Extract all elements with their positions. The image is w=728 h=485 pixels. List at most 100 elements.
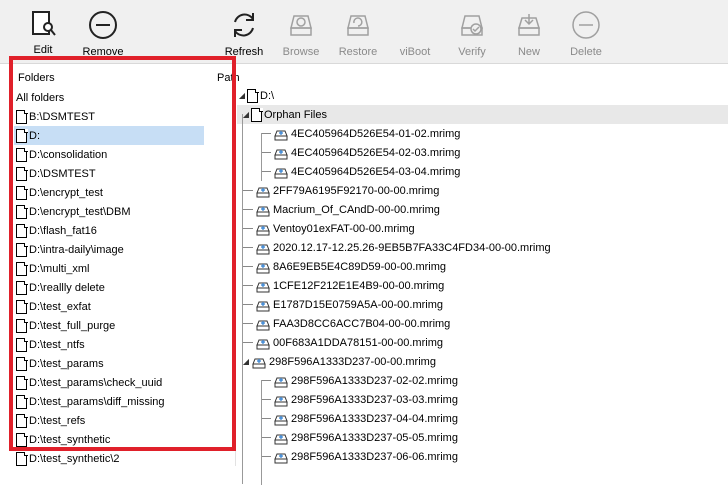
viboot-button[interactable]: viBoot xyxy=(387,10,443,58)
file-name: 4EC405964D526E54-02-03.mrimg xyxy=(291,146,461,159)
file-name: 298F596A1333D237-03-03.mrimg xyxy=(291,393,458,406)
folder-item[interactable]: D:\test_ntfs xyxy=(14,335,214,354)
image-file-row[interactable]: E1787D15E0759A5A-00-00.mrimg xyxy=(237,295,728,314)
image-file-row[interactable]: 8A6E9EB5E4C89D59-00-00.mrimg xyxy=(237,257,728,276)
folder-item[interactable]: D:\flash_fat16 xyxy=(14,221,214,240)
image-file-icon xyxy=(251,355,267,369)
folder-item[interactable]: D:\test_params xyxy=(14,354,214,373)
folder-doc-icon xyxy=(16,204,28,219)
folder-item[interactable]: D:\test_synthetic xyxy=(14,430,214,449)
viboot-label: viBoot xyxy=(399,46,431,58)
tree-connector xyxy=(261,437,271,438)
image-file-icon xyxy=(255,241,271,255)
image-file-icon xyxy=(273,431,289,445)
image-file-icon xyxy=(255,298,271,312)
all-folders-item[interactable]: All folders xyxy=(14,89,214,107)
refresh-button[interactable]: Refresh xyxy=(216,10,272,58)
edit-button[interactable]: Edit xyxy=(15,10,71,56)
folder-item[interactable]: D: xyxy=(14,126,204,145)
folder-item[interactable]: D:\test_params\diff_missing xyxy=(14,392,214,411)
file-name: FAA3D8CC6ACC7B04-00-00.mrimg xyxy=(273,317,451,330)
orphan-folder-row[interactable]: ◢ Orphan Files xyxy=(237,105,728,124)
tree-vertical-line xyxy=(242,114,243,484)
image-child-row[interactable]: 298F596A1333D237-06-06.mrimg xyxy=(237,447,728,466)
folder-doc-icon xyxy=(16,147,28,162)
folder-item[interactable]: D:\test_params\check_uuid xyxy=(14,373,214,392)
image-child-row[interactable]: 298F596A1333D237-04-04.mrimg xyxy=(237,409,728,428)
folder-doc-icon xyxy=(16,337,28,352)
image-file-icon xyxy=(273,374,289,388)
folder-label: D:\test_synthetic\2 xyxy=(29,452,120,465)
path-tree: ◢ D:\ ◢ Orphan Files 4EC405964D526E54-01-02.… xyxy=(237,86,728,485)
folder-label: D:\test_refs xyxy=(29,414,86,427)
folder-list: All folders B:\DSMTEST D: D:\consolidation… xyxy=(14,89,214,468)
image-child-row[interactable]: 298F596A1333D237-03-03.mrimg xyxy=(237,390,728,409)
verify-button[interactable]: Verify xyxy=(444,10,500,58)
refresh-label: Refresh xyxy=(224,46,264,58)
delete-button[interactable]: Delete xyxy=(558,10,614,58)
folder-item[interactable]: D:\test_synthetic\2 xyxy=(14,449,214,468)
image-child-row[interactable]: 298F596A1333D237-02-02.mrimg xyxy=(237,371,728,390)
file-name: Macrium_Of_CAndD-00-00.mrimg xyxy=(273,203,440,216)
restore-button[interactable]: Restore xyxy=(330,10,386,58)
toolbar: Edit Remove Refresh Browse Restore viBoo… xyxy=(0,0,728,64)
image-file-row[interactable]: 2FF79A6195F92170-00-00.mrimg xyxy=(237,181,728,200)
image-file-row[interactable]: FAA3D8CC6ACC7B04-00-00.mrimg xyxy=(237,314,728,333)
folder-item[interactable]: D:\reallly delete xyxy=(14,278,214,297)
expand-arrow-icon[interactable]: ◢ xyxy=(237,91,247,100)
image-child-row[interactable]: 298F596A1333D237-05-05.mrimg xyxy=(237,428,728,447)
image-file-icon xyxy=(255,222,271,236)
image-file-row[interactable]: Macrium_Of_CAndD-00-00.mrimg xyxy=(237,200,728,219)
folder-doc-icon xyxy=(16,261,28,276)
path-pane: Path ◢ D:\ ◢ Orphan Files 4EC405964D526E54-0… xyxy=(217,64,728,485)
folder-item[interactable]: D:\multi_xml xyxy=(14,259,214,278)
file-name: 4EC405964D526E54-03-04.mrimg xyxy=(291,165,461,178)
tree-connector xyxy=(261,152,271,153)
folders-pane: Folders All folders B:\DSMTEST D: D:\conso… xyxy=(0,64,236,466)
folder-doc-icon xyxy=(16,280,28,295)
orphan-file-row[interactable]: 4EC405964D526E54-02-03.mrimg xyxy=(237,143,728,162)
image-file-icon xyxy=(273,412,289,426)
folder-item[interactable]: D:\consolidation xyxy=(14,145,214,164)
new-button[interactable]: New xyxy=(501,10,557,58)
remove-label: Remove xyxy=(82,46,124,58)
folder-item[interactable]: B:\DSMTEST xyxy=(14,107,214,126)
image-file-row[interactable]: 1CFE12F212E1E4B9-00-00.mrimg xyxy=(237,276,728,295)
image-file-icon xyxy=(273,165,289,179)
folder-item[interactable]: D:\test_full_purge xyxy=(14,316,214,335)
folder-doc-icon xyxy=(16,413,28,428)
file-name: 2FF79A6195F92170-00-00.mrimg xyxy=(273,184,440,197)
image-file-icon xyxy=(273,393,289,407)
folder-item[interactable]: D:\test_refs xyxy=(14,411,214,430)
orphan-file-row[interactable]: 4EC405964D526E54-01-02.mrimg xyxy=(237,124,728,143)
folder-item[interactable]: D:\DSMTEST xyxy=(14,164,214,183)
tree-connector xyxy=(243,285,253,286)
browse-button[interactable]: Browse xyxy=(273,10,329,58)
orphan-file-row[interactable]: 4EC405964D526E54-03-04.mrimg xyxy=(237,162,728,181)
tree-root-row[interactable]: ◢ D:\ xyxy=(237,86,728,105)
folder-doc-icon xyxy=(16,432,28,447)
folder-item[interactable]: D:\encrypt_test xyxy=(14,183,214,202)
viboot-icon xyxy=(387,10,443,40)
image-file-row[interactable]: Ventoy01exFAT-00-00.mrimg xyxy=(237,219,728,238)
tree-connector xyxy=(261,380,271,381)
file-name: 00F683A1DDA78151-00-00.mrimg xyxy=(273,336,443,349)
image-file-row[interactable]: 00F683A1DDA78151-00-00.mrimg xyxy=(237,333,728,352)
tree-vertical-line xyxy=(261,380,262,485)
folder-item[interactable]: D:\intra-daily\image xyxy=(14,240,214,259)
file-name: 4EC405964D526E54-01-02.mrimg xyxy=(291,127,461,140)
remove-button[interactable]: Remove xyxy=(75,10,131,58)
folder-doc-icon xyxy=(16,223,28,238)
tree-connector xyxy=(261,418,271,419)
folder-label: D:\consolidation xyxy=(29,148,108,161)
file-name: 298F596A1333D237-06-06.mrimg xyxy=(291,450,458,463)
folder-label: D:\test_ntfs xyxy=(29,338,85,351)
tree-connector xyxy=(261,171,271,172)
image-file-row[interactable]: 2020.12.17-12.25.26-9EB5B7FA33C4FD34-00-… xyxy=(237,238,728,257)
orphan-folder-label: Orphan Files xyxy=(264,108,327,121)
image-group-row[interactable]: ◢ 298F596A1333D237-00-00.mrimg xyxy=(237,352,728,371)
folder-item[interactable]: D:\encrypt_test\DBM xyxy=(14,202,214,221)
folder-item[interactable]: D:\test_exfat xyxy=(14,297,214,316)
tree-connector xyxy=(243,323,253,324)
folder-doc-icon xyxy=(16,451,28,466)
